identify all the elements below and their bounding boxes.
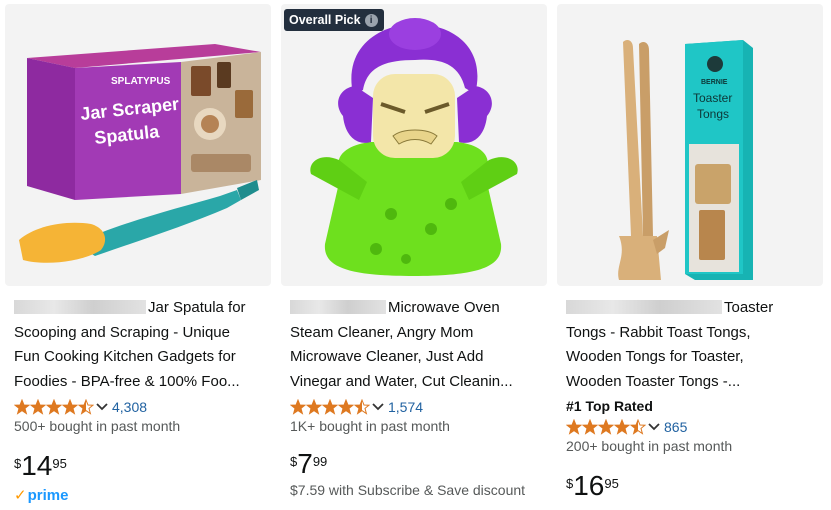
product-card[interactable]: BERNIE Toaster Tongs Toaster Tongs - Rab… <box>557 4 823 510</box>
star-icon <box>62 399 78 415</box>
angry-mom-cleaner-image <box>310 18 518 276</box>
prime-badge: ✓ prime <box>14 486 69 505</box>
box-title-2: Tongs <box>697 107 729 121</box>
review-count[interactable]: 1,574 <box>388 399 423 415</box>
review-count[interactable]: 865 <box>664 419 687 435</box>
star-icon <box>322 399 338 415</box>
bought-count: 500+ bought in past month <box>14 418 181 434</box>
subscribe-save-text: $7.59 with Subscribe & Save discount <box>290 482 526 498</box>
star-icon <box>46 399 62 415</box>
box-title-1: Toaster <box>693 91 732 105</box>
bought-count: 1K+ bought in past month <box>290 418 450 434</box>
star-rating <box>566 419 646 435</box>
overall-pick-badge[interactable]: Overall Pick i <box>284 9 384 31</box>
product-image[interactable]: BERNIE Toaster Tongs <box>557 4 823 286</box>
redacted-brand <box>14 300 146 314</box>
rating-row[interactable]: 1,574 <box>290 398 423 416</box>
price: $ 16 95 <box>566 470 619 501</box>
redacted-brand <box>566 300 722 314</box>
star-icon <box>306 399 322 415</box>
svg-text:SPLATYPUS: SPLATYPUS <box>111 76 171 87</box>
product-image[interactable] <box>281 4 547 286</box>
star-icon <box>582 419 598 435</box>
product-card[interactable]: SPLATYPUS Jar Scraper Spatula Jar Spatul… <box>5 4 271 510</box>
product-grid: SPLATYPUS Jar Scraper Spatula Jar Spatul… <box>0 0 831 510</box>
prime-check-icon: ✓ <box>14 487 27 504</box>
product-image[interactable]: SPLATYPUS Jar Scraper Spatula <box>5 4 271 286</box>
chevron-down-icon[interactable] <box>648 421 660 433</box>
product-card[interactable]: Overall Pick i Microwave Oven Steam Clea… <box>281 4 547 510</box>
rating-row[interactable]: 4,308 <box>14 398 147 416</box>
review-count[interactable]: 4,308 <box>112 399 147 415</box>
top-rated-label: #1 Top Rated <box>566 398 653 414</box>
svg-text:BERNIE: BERNIE <box>701 79 728 86</box>
toaster-tongs-image: BERNIE Toaster Tongs <box>618 40 753 280</box>
price: $ 7 99 <box>290 448 328 479</box>
star-icon <box>354 399 370 415</box>
star-icon <box>598 419 614 435</box>
star-icon <box>14 399 30 415</box>
star-icon <box>338 399 354 415</box>
star-icon <box>630 419 646 435</box>
chevron-down-icon[interactable] <box>372 401 384 413</box>
product-title[interactable]: Toaster Tongs - Rabbit Toast Tongs, Wood… <box>566 296 818 394</box>
chevron-down-icon[interactable] <box>96 401 108 413</box>
price: $ 14 95 <box>14 450 67 481</box>
info-icon[interactable]: i <box>364 13 378 27</box>
star-icon <box>614 419 630 435</box>
redacted-brand <box>290 300 386 314</box>
bought-count: 200+ bought in past month <box>566 438 733 454</box>
product-title[interactable]: Microwave Oven Steam Cleaner, Angry Mom … <box>290 296 542 394</box>
star-rating <box>14 399 94 415</box>
star-icon <box>78 399 94 415</box>
star-icon <box>566 419 582 435</box>
product-title[interactable]: Jar Spatula for Scooping and Scraping - … <box>14 296 266 394</box>
star-icon <box>290 399 306 415</box>
star-icon <box>30 399 46 415</box>
jar-spatula-image: SPLATYPUS Jar Scraper Spatula <box>19 44 261 263</box>
star-rating <box>290 399 370 415</box>
rating-row[interactable]: 865 <box>566 418 687 436</box>
